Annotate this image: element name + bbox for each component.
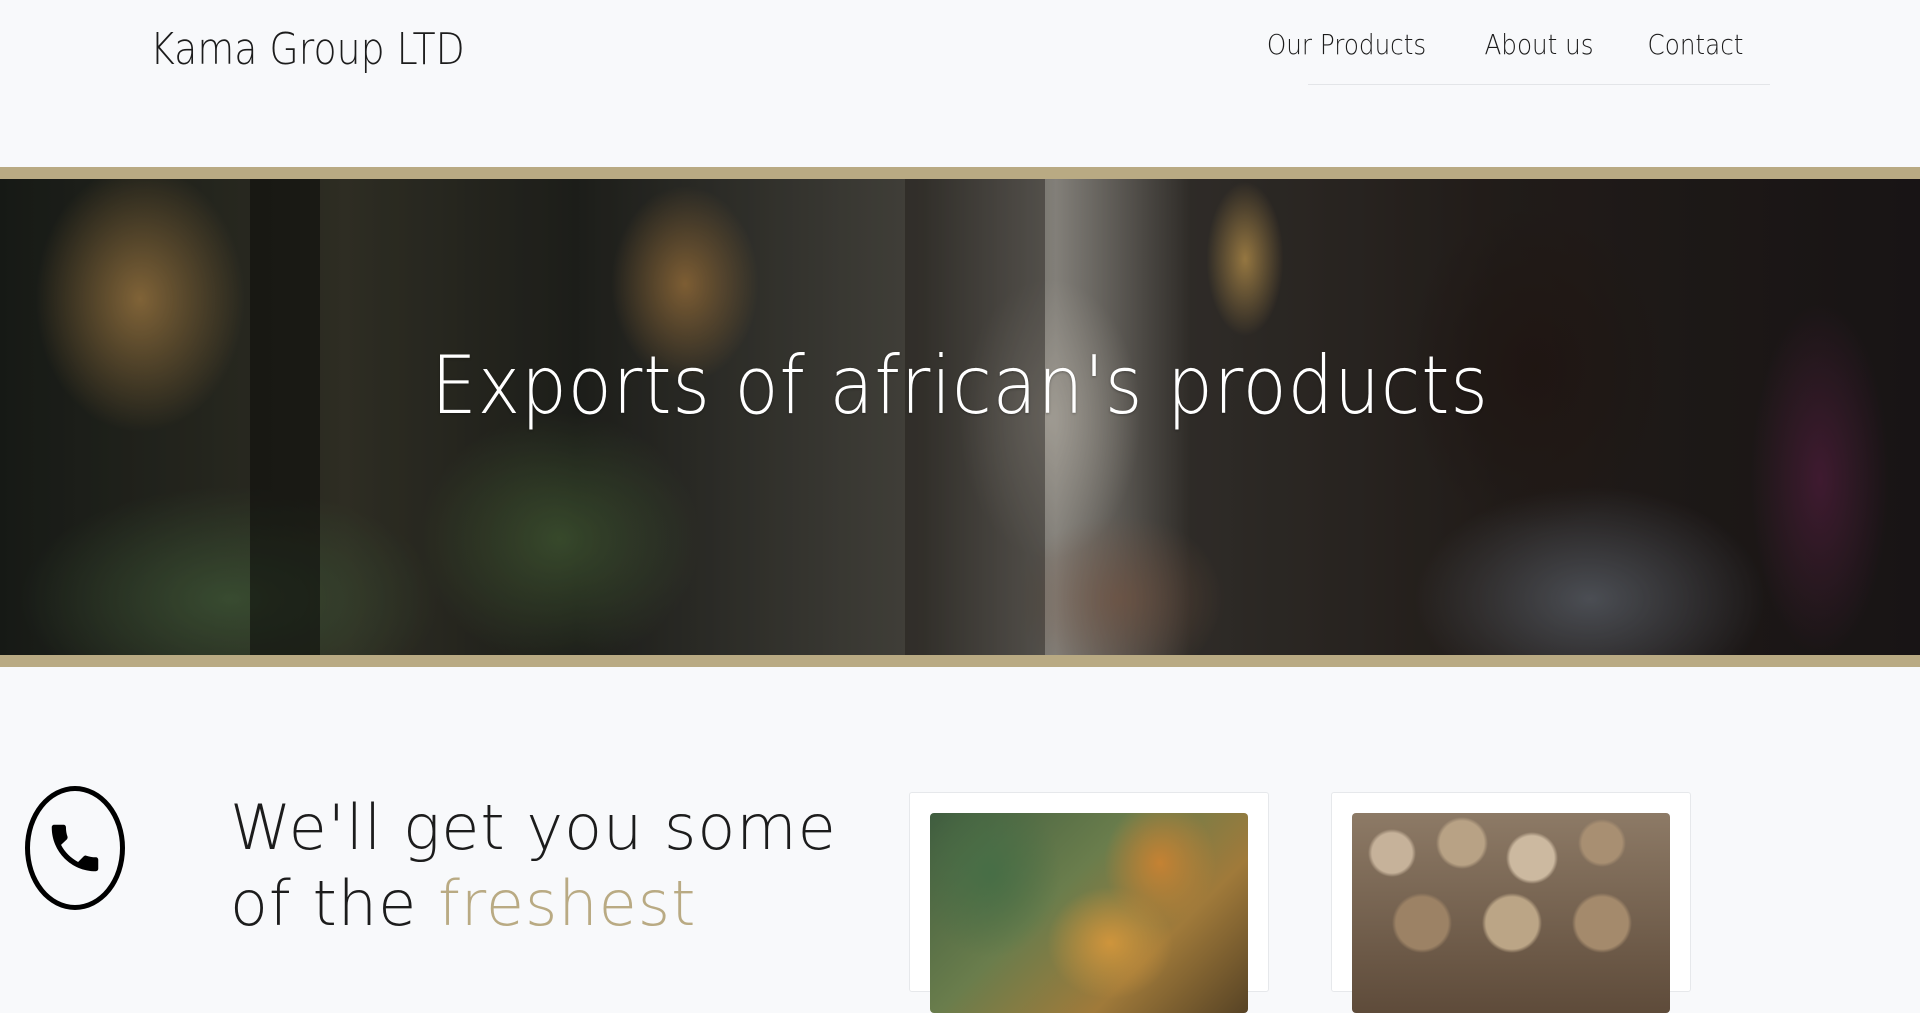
intro-headline: We'll get you some of the freshest bbox=[230, 790, 850, 942]
headline-accent-word: freshest bbox=[437, 867, 697, 940]
brand-logo-text[interactable]: Kama Group LTD bbox=[150, 24, 465, 75]
hero-banner: Exports of african's products bbox=[0, 167, 1920, 667]
hero-title: Exports of african's products bbox=[431, 339, 1489, 432]
product-card-walnut[interactable] bbox=[1331, 792, 1691, 1013]
pineapple-image bbox=[930, 813, 1248, 1013]
headline-line-2-prefix: of the bbox=[230, 867, 438, 940]
walnut-image bbox=[1352, 813, 1670, 1013]
phone-glyph bbox=[51, 824, 99, 872]
nav-link-our-products[interactable]: Our Products bbox=[1267, 28, 1426, 84]
nav-link-contact[interactable]: Contact bbox=[1648, 28, 1744, 84]
nav-link-about-us[interactable]: About us bbox=[1484, 28, 1593, 84]
top-navbar: Kama Group LTD Our Products About us Con… bbox=[0, 0, 1920, 167]
main-nav: Our Products About us Contact bbox=[1267, 28, 1770, 85]
phone-icon[interactable] bbox=[25, 786, 125, 910]
product-card-pineapple[interactable] bbox=[909, 792, 1269, 1013]
headline-line-1: We'll get you some bbox=[230, 791, 837, 864]
